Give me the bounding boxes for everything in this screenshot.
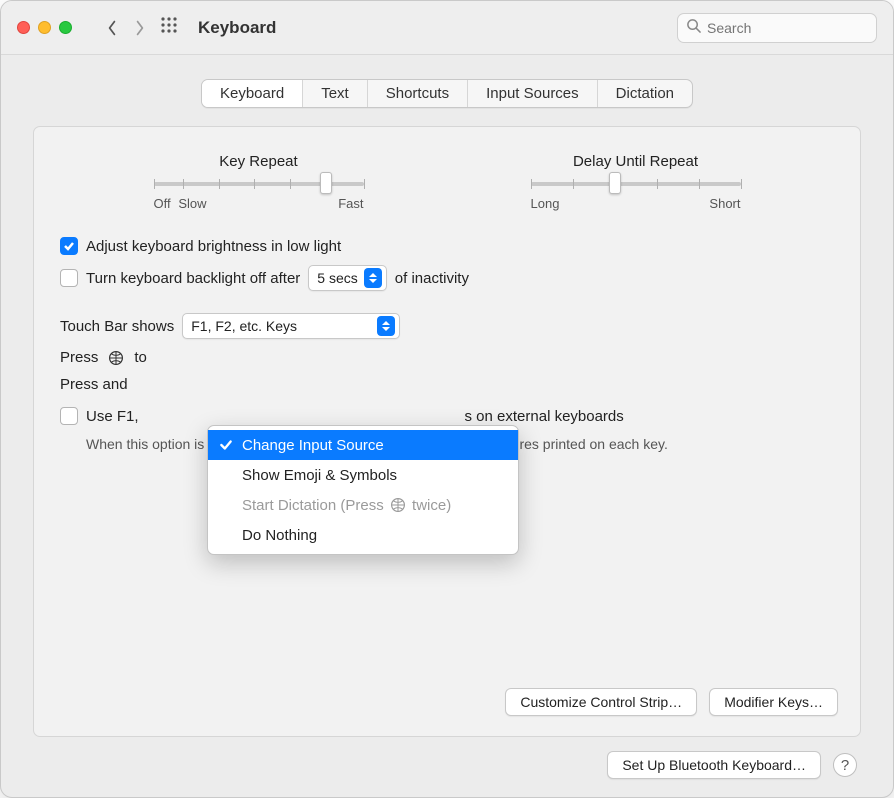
- press-globe-to: to: [134, 349, 147, 366]
- backlight-suffix: of inactivity: [395, 270, 469, 287]
- fn-keys-label-right: s on external keyboards: [465, 408, 624, 425]
- modifier-keys-button[interactable]: Modifier Keys…: [709, 688, 838, 716]
- show-all-icon[interactable]: [160, 16, 178, 39]
- backlight-checkbox[interactable]: [60, 269, 78, 287]
- preferences-window: Keyboard Keyboard Text Shortcuts Input S…: [0, 0, 894, 798]
- delay-thumb[interactable]: [609, 172, 621, 194]
- globe-icon: [390, 497, 406, 513]
- back-button[interactable]: [98, 14, 126, 42]
- backlight-row: Turn keyboard backlight off after 5 secs…: [60, 265, 834, 291]
- tab-dictation[interactable]: Dictation: [598, 80, 692, 107]
- touch-bar-label: Touch Bar shows: [60, 318, 174, 335]
- check-icon: [218, 438, 234, 452]
- press-globe-menu: Change Input Source Show Emoji & Symbols…: [207, 425, 519, 555]
- tab-keyboard[interactable]: Keyboard: [202, 80, 303, 107]
- delay-labels: Long Short: [531, 196, 741, 211]
- menu-item-label: Change Input Source: [242, 437, 384, 454]
- brightness-label: Adjust keyboard brightness in low light: [86, 238, 341, 255]
- close-window-button[interactable]: [17, 21, 30, 34]
- body: Keyboard Text Shortcuts Input Sources Di…: [1, 55, 893, 797]
- window-title: Keyboard: [198, 18, 276, 38]
- backlight-label: Turn keyboard backlight off after: [86, 270, 300, 287]
- tab-text[interactable]: Text: [303, 80, 368, 107]
- menu-item-change-input-source[interactable]: Change Input Source: [208, 430, 518, 460]
- delay-group: Delay Until Repeat Long Short: [531, 153, 741, 211]
- touch-bar-value: F1, F2, etc. Keys: [191, 318, 297, 334]
- menu-item-start-dictation: Start Dictation (Press twice): [208, 490, 518, 520]
- popup-caret-icon: [364, 268, 382, 288]
- backlight-delay-value: 5 secs: [317, 270, 357, 286]
- tab-shortcuts[interactable]: Shortcuts: [368, 80, 468, 107]
- fn-keys-label-left: Use F1,: [86, 408, 139, 425]
- help-button[interactable]: ?: [833, 753, 857, 777]
- traffic-lights: [17, 21, 72, 34]
- titlebar: Keyboard: [1, 1, 893, 55]
- brightness-checkbox[interactable]: [60, 237, 78, 255]
- menu-item-show-emoji[interactable]: Show Emoji & Symbols: [208, 460, 518, 490]
- delay-title: Delay Until Repeat: [573, 153, 698, 170]
- press-globe-prefix: Press: [60, 349, 98, 366]
- zoom-window-button[interactable]: [59, 21, 72, 34]
- touch-bar-row: Touch Bar shows F1, F2, etc. Keys: [60, 313, 834, 339]
- bluetooth-keyboard-button[interactable]: Set Up Bluetooth Keyboard…: [607, 751, 821, 779]
- fn-keys-checkbox[interactable]: [60, 407, 78, 425]
- brightness-row: Adjust keyboard brightness in low light: [60, 237, 834, 255]
- menu-item-label: Do Nothing: [242, 527, 317, 544]
- delay-slider[interactable]: [531, 182, 741, 186]
- press-hold-row: Press and: [60, 376, 834, 393]
- customize-control-strip-button[interactable]: Customize Control Strip…: [505, 688, 697, 716]
- backlight-delay-popup[interactable]: 5 secs: [308, 265, 386, 291]
- bottom-row: Set Up Bluetooth Keyboard… ?: [33, 737, 861, 779]
- forward-button[interactable]: [126, 14, 154, 42]
- press-hold-label: Press and: [60, 376, 128, 393]
- menu-item-label: Start Dictation (Press twice): [242, 497, 451, 514]
- search-input[interactable]: [707, 20, 888, 36]
- minimize-window-button[interactable]: [38, 21, 51, 34]
- key-repeat-slider[interactable]: [154, 182, 364, 186]
- menu-item-label: Show Emoji & Symbols: [242, 467, 397, 484]
- popup-caret-icon: [377, 316, 395, 336]
- menu-item-do-nothing[interactable]: Do Nothing: [208, 520, 518, 550]
- key-repeat-labels: Off Slow Fast: [154, 196, 364, 211]
- globe-icon: [108, 350, 124, 366]
- key-repeat-group: Key Repeat Off Slow Fast: [154, 153, 364, 211]
- tab-bar: Keyboard Text Shortcuts Input Sources Di…: [201, 79, 693, 108]
- key-repeat-thumb[interactable]: [320, 172, 332, 194]
- search-icon: [686, 18, 707, 38]
- key-repeat-title: Key Repeat: [219, 153, 297, 170]
- search-field[interactable]: [677, 13, 877, 43]
- press-globe-row: Press to: [60, 349, 834, 366]
- fn-keys-row: Use F1, s on external keyboards: [60, 407, 834, 425]
- panel-footer-buttons: Customize Control Strip… Modifier Keys…: [505, 688, 838, 716]
- keyboard-panel: Key Repeat Off Slow Fast De: [33, 126, 861, 737]
- tab-input-sources[interactable]: Input Sources: [468, 80, 598, 107]
- sliders-row: Key Repeat Off Slow Fast De: [70, 153, 824, 211]
- touch-bar-popup[interactable]: F1, F2, etc. Keys: [182, 313, 400, 339]
